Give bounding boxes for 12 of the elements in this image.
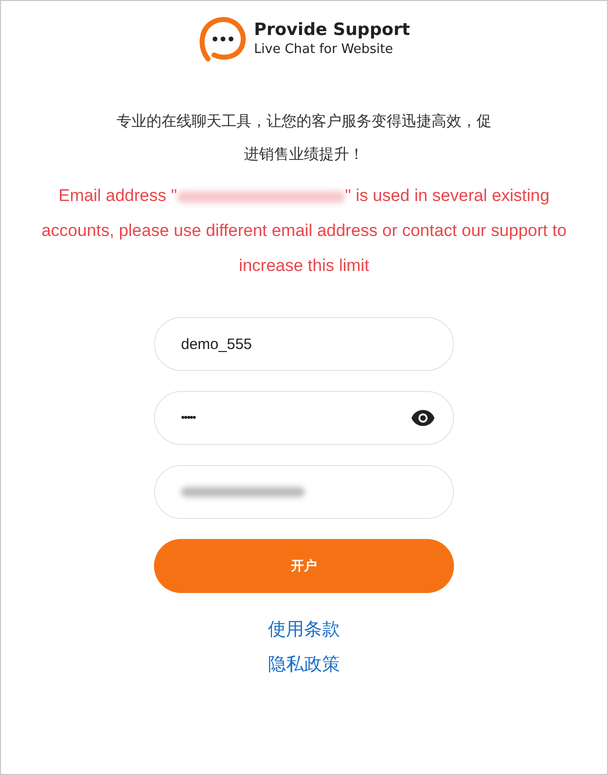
username-field[interactable]: demo_555 <box>154 317 454 371</box>
footer-link[interactable]: 使用条款 <box>268 615 340 644</box>
brand-name: Provide Support <box>254 19 410 41</box>
eye-icon[interactable] <box>411 410 435 426</box>
headline-text: 专业的在线聊天工具，让您的客户服务变得迅捷高效，促进销售业绩提升！ <box>116 111 492 165</box>
password-field[interactable]: ••••• <box>154 391 454 445</box>
brand-tagline: Live Chat for Website <box>254 41 394 59</box>
chat-bubble-icon <box>198 15 248 63</box>
footer-link[interactable]: 隐私政策 <box>268 650 340 679</box>
error-message: Email address " " is used in several existing accounts, please use different email address or contact our support to increase this limit <box>40 185 568 277</box>
open-account-button[interactable]: 开户 <box>154 539 454 593</box>
password-dots: ••••• <box>181 412 197 424</box>
